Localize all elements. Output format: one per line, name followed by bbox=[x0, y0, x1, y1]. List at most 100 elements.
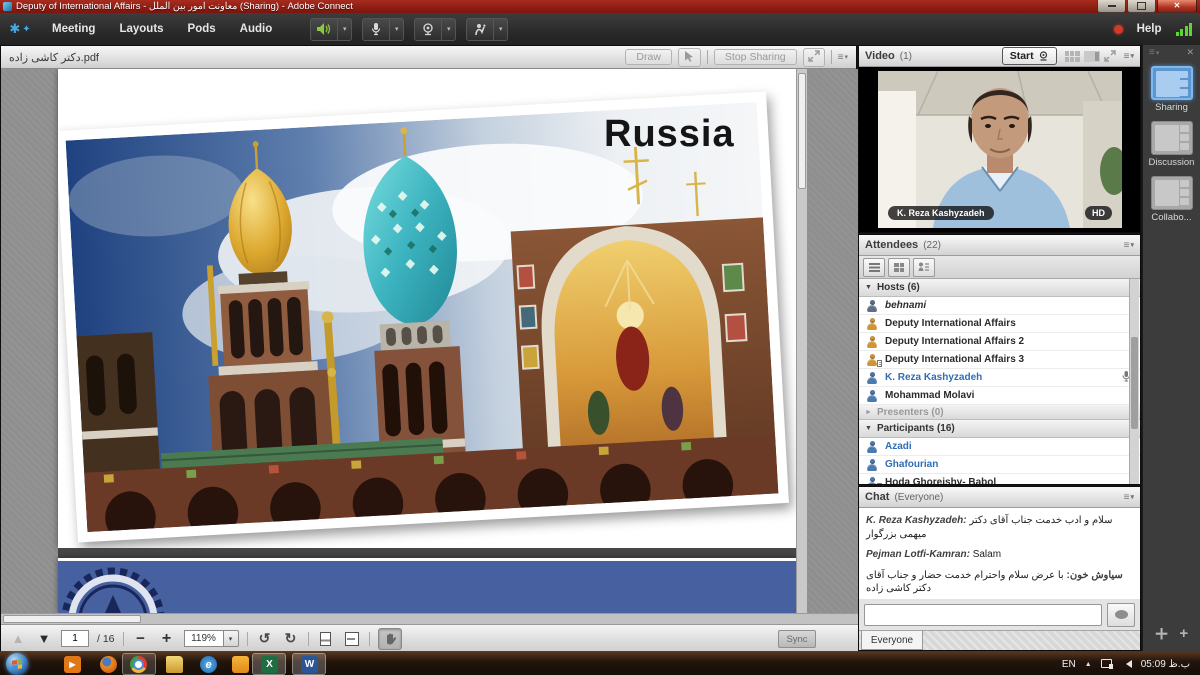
vertical-scrollbar[interactable] bbox=[796, 69, 807, 613]
attendee-row[interactable]: Ghafourian bbox=[859, 456, 1140, 474]
pan-tool-button[interactable] bbox=[378, 628, 402, 650]
speaker-button[interactable]: ▾ bbox=[310, 18, 352, 41]
draw-button[interactable]: Draw bbox=[625, 49, 672, 65]
attendee-row[interactable]: Deputy International Affairs 3 bbox=[859, 351, 1140, 369]
attendee-row[interactable]: Mohammad Molavi bbox=[859, 387, 1140, 405]
host-icon bbox=[866, 336, 878, 348]
sync-button[interactable]: Sync bbox=[778, 630, 816, 648]
taskbar-chrome-icon[interactable] bbox=[130, 656, 147, 673]
start-button[interactable] bbox=[6, 653, 28, 675]
attendee-row[interactable]: Azadi bbox=[859, 438, 1140, 456]
taskbar-ie-icon[interactable]: e bbox=[200, 656, 217, 673]
rotate-left-button[interactable]: ↺ bbox=[256, 630, 274, 648]
speaker-dropdown[interactable]: ▾ bbox=[337, 19, 351, 40]
pointer-tool-button[interactable] bbox=[678, 48, 701, 67]
horizontal-scrollbar-thumb[interactable] bbox=[3, 615, 141, 623]
video-fullscreen-icon[interactable] bbox=[1104, 50, 1116, 62]
taskbar-excel-icon[interactable]: X bbox=[261, 656, 278, 673]
menu-audio[interactable]: Audio bbox=[228, 23, 285, 35]
next-page-button[interactable]: ▼ bbox=[35, 630, 53, 648]
zoom-in-button[interactable]: + bbox=[158, 630, 176, 648]
webcam-button[interactable]: ▾ bbox=[414, 18, 456, 41]
attendee-row[interactable]: Deputy International Affairs bbox=[859, 315, 1140, 333]
grid-view-button[interactable] bbox=[888, 258, 910, 277]
expand-icon[interactable]: ► bbox=[865, 409, 872, 416]
fullscreen-button[interactable] bbox=[803, 48, 825, 67]
horizontal-scrollbar[interactable] bbox=[1, 613, 858, 624]
chat-pod: Chat (Everyone) ≡▾ K. Reza Kashyzadeh: س… bbox=[858, 486, 1141, 651]
raise-hand-dropdown[interactable]: ▾ bbox=[493, 19, 507, 40]
layout-bar-close-icon[interactable]: ✕ bbox=[1186, 47, 1194, 58]
attendees-pod-menu-icon[interactable]: ≡▾ bbox=[1124, 240, 1134, 251]
zoom-out-button[interactable]: − bbox=[132, 630, 150, 648]
document-overlay-icon bbox=[877, 483, 882, 485]
network-icon[interactable] bbox=[1101, 659, 1113, 669]
layout-collaboration-thumbnail[interactable] bbox=[1151, 176, 1193, 210]
grid-view-icon[interactable] bbox=[1065, 51, 1080, 62]
taskbar-explorer-icon[interactable] bbox=[166, 656, 183, 673]
send-message-button[interactable] bbox=[1107, 603, 1135, 627]
chat-input[interactable] bbox=[864, 604, 1102, 626]
attendees-list[interactable]: ▼ Hosts (6) behnami Deputy International… bbox=[859, 279, 1140, 484]
layout-discussion-label: Discussion bbox=[1143, 157, 1200, 168]
stop-sharing-button[interactable]: Stop Sharing bbox=[714, 49, 797, 65]
attendees-pod-header: Attendees (22) ≡▾ bbox=[859, 235, 1140, 256]
presenters-group-header[interactable]: ► Presenters (0) bbox=[859, 405, 1140, 420]
attendee-row[interactable]: behnami bbox=[859, 297, 1140, 315]
attendee-row-self[interactable]: K. Reza Kashyzadeh bbox=[859, 369, 1140, 387]
attendees-scrollbar-thumb[interactable] bbox=[1131, 337, 1138, 429]
chat-pod-menu-icon[interactable]: ≡▾ bbox=[1124, 492, 1134, 503]
collapse-icon[interactable]: ▼ bbox=[865, 284, 872, 291]
attendee-row[interactable]: Deputy International Affairs 2 bbox=[859, 333, 1140, 351]
attendee-row[interactable]: Hoda Ghoreishy- Babol bbox=[859, 474, 1140, 484]
collapse-icon[interactable]: ▼ bbox=[865, 425, 872, 432]
tray-expand-icon[interactable]: ▲ bbox=[1085, 661, 1092, 668]
rotate-right-button[interactable]: ↻ bbox=[282, 630, 300, 648]
close-button[interactable]: ✕ bbox=[1157, 0, 1197, 13]
zoom-dropdown-icon[interactable]: ▾ bbox=[224, 630, 239, 647]
layout-bar-menu-icon[interactable]: ≡▾ bbox=[1149, 47, 1159, 58]
language-indicator[interactable]: EN bbox=[1062, 659, 1076, 670]
menu-pods[interactable]: Pods bbox=[176, 23, 228, 35]
raise-hand-button[interactable]: ▾ bbox=[466, 18, 508, 41]
attendees-scrollbar[interactable] bbox=[1129, 279, 1139, 484]
menu-meeting[interactable]: Meeting bbox=[40, 23, 107, 35]
restore-button[interactable] bbox=[1127, 0, 1156, 13]
taskbar-firefox-icon[interactable] bbox=[100, 656, 117, 673]
start-webcam-button[interactable]: Start bbox=[1002, 47, 1057, 65]
hosts-group-header[interactable]: ▼ Hosts (6) bbox=[859, 279, 1140, 297]
video-pod-menu-icon[interactable]: ≡▾ bbox=[1124, 51, 1134, 62]
participants-group-header[interactable]: ▼ Participants (16) bbox=[859, 420, 1140, 438]
taskbar-orange-app-icon[interactable] bbox=[232, 656, 249, 673]
share-pod-menu-icon[interactable]: ≡▾ bbox=[838, 52, 848, 63]
microphone-dropdown[interactable]: ▾ bbox=[389, 19, 403, 40]
fit-width-button[interactable] bbox=[343, 630, 361, 648]
fit-page-button[interactable] bbox=[317, 630, 335, 648]
menu-help[interactable]: Help bbox=[1137, 23, 1162, 35]
tab-everyone[interactable]: Everyone bbox=[861, 631, 923, 650]
page-number-input[interactable] bbox=[61, 630, 89, 647]
clock[interactable]: 05:09 ب.ظ bbox=[1141, 659, 1190, 670]
add-layout-icon[interactable]: + bbox=[1179, 625, 1188, 643]
menu-layouts[interactable]: Layouts bbox=[107, 23, 175, 35]
chat-messages[interactable]: K. Reza Kashyzadeh: سلام و ادب خدمت جناب… bbox=[859, 508, 1140, 599]
list-view-button[interactable] bbox=[863, 258, 885, 277]
vertical-scrollbar-thumb[interactable] bbox=[798, 73, 806, 189]
zoom-level-select[interactable]: 119% ▾ bbox=[184, 630, 239, 647]
filmstrip-view-icon[interactable] bbox=[1084, 51, 1100, 62]
webcam-dropdown[interactable]: ▾ bbox=[441, 19, 455, 40]
taskbar-media-player-icon[interactable]: ▶ bbox=[64, 656, 81, 673]
minimize-button[interactable] bbox=[1097, 0, 1126, 13]
status-view-button[interactable] bbox=[913, 258, 935, 277]
connection-signal-icon[interactable] bbox=[1176, 22, 1193, 36]
layout-discussion-thumbnail[interactable] bbox=[1151, 121, 1193, 155]
attendees-title: Attendees bbox=[865, 239, 918, 251]
volume-icon[interactable] bbox=[1122, 660, 1132, 668]
taskbar-word-icon[interactable]: W bbox=[301, 656, 318, 673]
previous-page-button[interactable]: ▲ bbox=[9, 630, 27, 648]
manage-layouts-icon[interactable]: ✕ bbox=[1150, 623, 1172, 645]
microphone-button[interactable]: ▾ bbox=[362, 18, 404, 41]
layout-sharing-thumbnail[interactable] bbox=[1151, 66, 1193, 100]
fit-width-icon bbox=[345, 632, 359, 646]
share-content-area[interactable]: Russia bbox=[1, 69, 858, 613]
